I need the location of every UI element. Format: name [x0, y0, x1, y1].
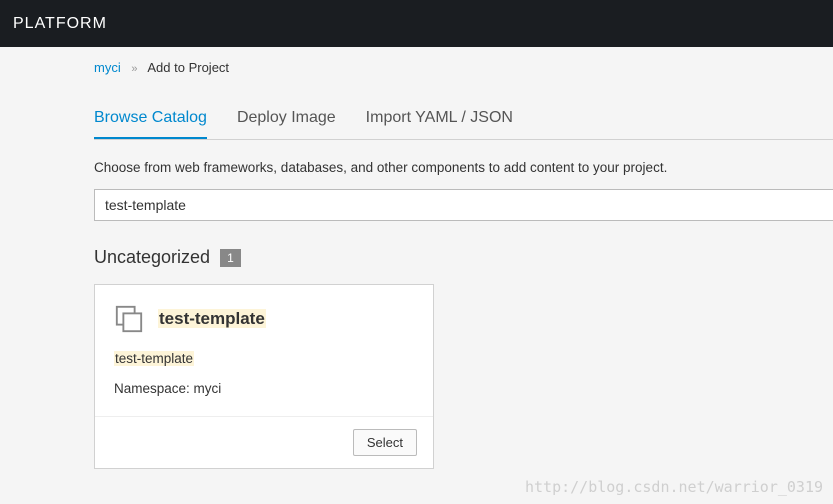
catalog-description: Choose from web frameworks, databases, a…	[94, 160, 833, 175]
card-footer: Select	[95, 416, 433, 468]
breadcrumb-separator: »	[131, 63, 137, 75]
tabs: Browse Catalog Deploy Image Import YAML …	[94, 99, 833, 140]
select-button[interactable]: Select	[353, 429, 417, 456]
card-subtitle: test-template	[114, 351, 414, 366]
top-bar: PLATFORM	[0, 0, 833, 47]
template-icon	[114, 304, 144, 334]
card-title: test-template	[158, 309, 266, 329]
watermark: http://blog.csdn.net/warrior_0319	[525, 478, 823, 496]
platform-title: PLATFORM	[13, 15, 107, 33]
category-title: Uncategorized	[94, 247, 210, 268]
template-card: test-template test-template Namespace: m…	[94, 284, 434, 469]
tab-deploy-image[interactable]: Deploy Image	[237, 99, 336, 139]
tab-import-yaml[interactable]: Import YAML / JSON	[366, 99, 513, 139]
card-header: test-template	[114, 304, 414, 334]
category-header: Uncategorized 1	[94, 247, 833, 268]
tab-browse-catalog[interactable]: Browse Catalog	[94, 99, 207, 139]
category-count-badge: 1	[220, 249, 241, 267]
card-body: test-template test-template Namespace: m…	[95, 285, 433, 416]
breadcrumb-current: Add to Project	[147, 60, 229, 75]
main-content: myci » Add to Project Browse Catalog Dep…	[0, 47, 833, 469]
card-namespace: Namespace: myci	[114, 381, 414, 396]
breadcrumb-link-myci[interactable]: myci	[94, 60, 121, 75]
breadcrumb: myci » Add to Project	[94, 60, 833, 75]
search-input[interactable]	[94, 189, 833, 221]
